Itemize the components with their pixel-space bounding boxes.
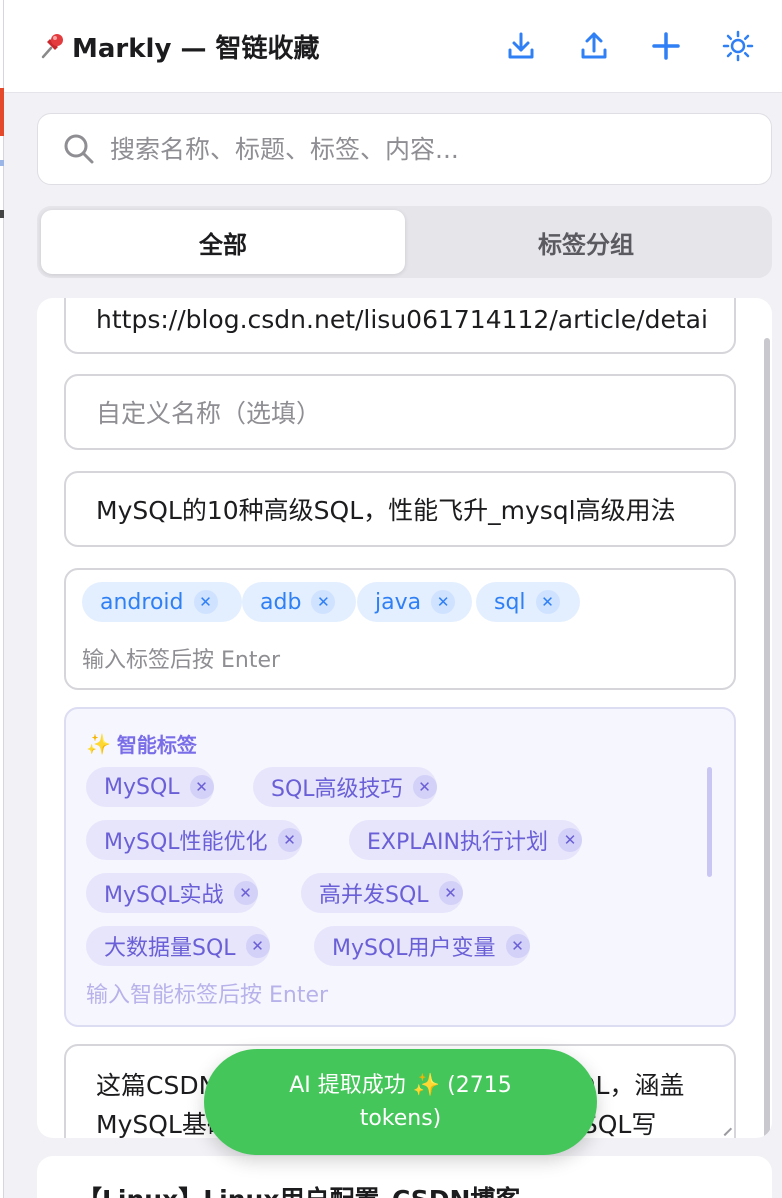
tab-tag-groups[interactable]: 标签分组 xyxy=(404,210,768,274)
resize-handle-icon[interactable] xyxy=(717,1121,733,1137)
tag-label: android xyxy=(100,589,184,615)
export-button[interactable] xyxy=(574,26,614,66)
bookmark-card[interactable]: 【Linux】Linux用户配置_CSDN博客 xyxy=(37,1156,772,1198)
title-field[interactable]: MySQL的10种高级SQL，性能飞升_mysql高级用法 xyxy=(64,471,736,547)
remove-smart-tag-icon[interactable]: ✕ xyxy=(438,881,463,905)
left-window-edge xyxy=(0,0,4,1198)
success-toast: AI 提取成功 ✨ (2715 tokens) xyxy=(204,1049,597,1155)
smart-tag-label: 大数据量SQL xyxy=(104,936,236,961)
url-field[interactable]: https://blog.csdn.net/lisu061714112/arti… xyxy=(64,298,736,354)
edge-mark-blue xyxy=(0,160,4,166)
view-tabs: 全部 标签分组 xyxy=(37,206,772,278)
smart-tag-chip: MySQL用户变量 ✕ xyxy=(314,926,530,966)
smart-tag-chip: MySQL ✕ xyxy=(86,767,214,807)
smart-tag-label: MySQL用户变量 xyxy=(332,936,496,961)
remove-smart-tag-icon[interactable]: ✕ xyxy=(245,934,270,958)
edge-mark-gray xyxy=(0,210,4,218)
custom-name-field[interactable]: 自定义名称（选填） xyxy=(64,374,736,450)
app-header: Markly — 智链收藏 xyxy=(4,0,782,93)
smart-tag-label: SQL高级技巧 xyxy=(271,777,403,802)
tag-chip: sql ✕ xyxy=(476,582,580,622)
toast-message: AI 提取成功 ✨ (2715 tokens) xyxy=(289,1073,512,1131)
remove-smart-tag-icon[interactable]: ✕ xyxy=(505,934,530,958)
plus-icon xyxy=(652,32,680,60)
smart-tag-input[interactable]: 输入智能标签后按 Enter xyxy=(86,977,328,1009)
add-button[interactable] xyxy=(646,26,686,66)
smart-tag-label: MySQL实战 xyxy=(104,883,224,908)
pushpin-icon xyxy=(41,34,63,59)
smart-tag-chip: MySQL实战 ✕ xyxy=(86,873,258,913)
remove-smart-tag-icon[interactable]: ✕ xyxy=(233,881,258,905)
edge-mark-red xyxy=(0,88,4,136)
tab-all[interactable]: 全部 xyxy=(41,210,405,274)
title-value: MySQL的10种高级SQL，性能飞升_mysql高级用法 xyxy=(96,496,676,525)
sun-icon xyxy=(722,30,754,62)
remove-tag-icon[interactable]: ✕ xyxy=(193,590,218,614)
smart-tag-label: EXPLAIN执行计划 xyxy=(367,830,548,855)
remove-smart-tag-icon[interactable]: ✕ xyxy=(189,775,214,799)
smart-tags-title: ✨ 智能标签 xyxy=(86,729,197,758)
smart-tag-label: MySQL性能优化 xyxy=(104,830,268,855)
remove-tag-icon[interactable]: ✕ xyxy=(431,590,456,614)
smart-tag-chip: MySQL性能优化 ✕ xyxy=(86,820,302,860)
remove-tag-icon[interactable]: ✕ xyxy=(535,590,560,614)
smart-tag-chip: SQL高级技巧 ✕ xyxy=(253,767,437,807)
settings-button[interactable] xyxy=(718,26,758,66)
smart-tags-panel: ✨ 智能标签 MySQL ✕ SQL高级技巧 ✕ MySQL性能优化 ✕ EXP… xyxy=(64,707,736,1027)
smart-tag-chip: 高并发SQL ✕ xyxy=(301,873,463,913)
remove-smart-tag-icon[interactable]: ✕ xyxy=(277,828,302,852)
bookmark-edit-card: https://blog.csdn.net/lisu061714112/arti… xyxy=(37,298,772,1138)
app-title-text: Markly — 智链收藏 xyxy=(72,33,320,64)
smart-tag-chip: EXPLAIN执行计划 ✕ xyxy=(349,820,582,860)
tag-label: adb xyxy=(260,589,302,615)
smart-tag-chip: 大数据量SQL ✕ xyxy=(86,926,270,966)
tag-label: java xyxy=(375,589,422,615)
search-icon xyxy=(64,134,94,164)
smart-tags-scrollbar[interactable] xyxy=(707,767,712,877)
search-input[interactable] xyxy=(110,134,730,164)
smart-tag-label: 高并发SQL xyxy=(319,883,429,908)
remove-smart-tag-icon[interactable]: ✕ xyxy=(412,775,437,799)
app-title: Markly — 智链收藏 xyxy=(38,28,320,64)
url-value: https://blog.csdn.net/lisu061714112/arti… xyxy=(96,304,708,334)
tag-chip: java ✕ xyxy=(357,582,472,622)
tags-field[interactable]: android ✕ adb ✕ java ✕ sql ✕ 输入标签后按 Ente… xyxy=(64,568,736,690)
smart-tags-title-text: 智能标签 xyxy=(116,733,197,757)
search-bar[interactable] xyxy=(37,113,772,185)
remove-smart-tag-icon[interactable]: ✕ xyxy=(558,828,582,852)
tag-label: sql xyxy=(494,589,526,615)
import-button[interactable] xyxy=(501,26,541,66)
card-scrollbar[interactable] xyxy=(764,338,770,1138)
tag-chip: adb ✕ xyxy=(242,582,356,622)
download-icon xyxy=(508,32,534,59)
smart-tag-label: MySQL xyxy=(104,774,180,800)
custom-name-placeholder: 自定义名称（选填） xyxy=(96,399,322,428)
bookmark-card-title: 【Linux】Linux用户配置_CSDN博客 xyxy=(77,1180,520,1198)
smart-tags-list[interactable]: MySQL ✕ SQL高级技巧 ✕ MySQL性能优化 ✕ EXPLAIN执行计… xyxy=(66,761,726,969)
tag-chip: android ✕ xyxy=(82,582,242,622)
remove-tag-icon[interactable]: ✕ xyxy=(311,590,336,614)
tag-input[interactable]: 输入标签后按 Enter xyxy=(82,642,280,674)
sparkle-icon: ✨ xyxy=(86,731,111,756)
upload-icon xyxy=(581,32,607,59)
